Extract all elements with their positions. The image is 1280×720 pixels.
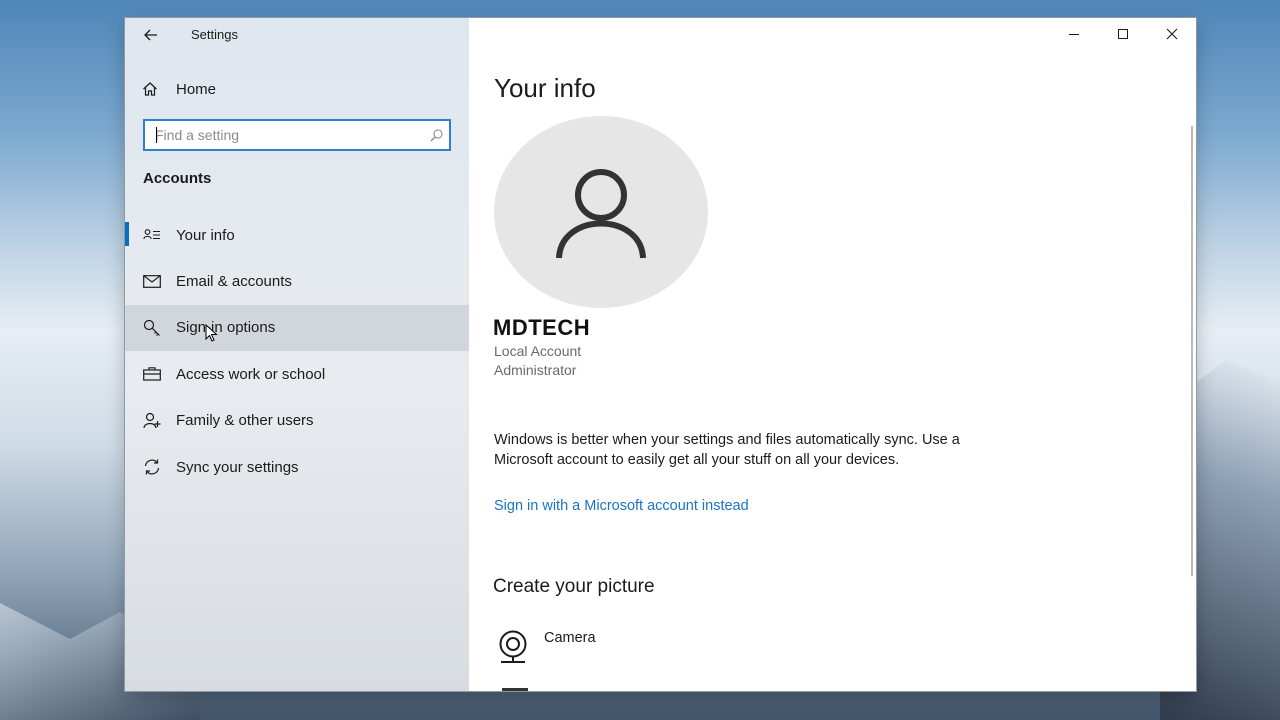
maximize-button[interactable]: [1098, 18, 1147, 50]
key-icon: [142, 318, 162, 338]
section-heading: Accounts: [143, 170, 212, 187]
window-title: Settings: [191, 27, 238, 42]
sync-icon: [142, 457, 162, 477]
home-nav-item[interactable]: Home: [125, 72, 469, 106]
nav-list: Your info Email & accounts Sign-in optio…: [125, 212, 469, 490]
settings-window: Settings Home Accounts: [125, 18, 1196, 691]
briefcase-icon: [142, 364, 162, 384]
scrollbar[interactable]: [1191, 126, 1193, 576]
create-picture-heading: Create your picture: [493, 576, 655, 597]
sync-message: Windows is better when your settings and…: [494, 432, 960, 468]
sidebar-item-email-accounts[interactable]: Email & accounts: [125, 258, 469, 304]
navigation-pane: Settings Home Accounts: [125, 18, 469, 691]
sidebar-item-your-info[interactable]: Your info: [125, 212, 469, 258]
back-arrow-icon: [144, 29, 157, 41]
sidebar-item-label: Family & other users: [176, 412, 314, 430]
camera-icon: [494, 628, 532, 666]
title-bar: Settings: [125, 18, 469, 52]
home-icon: [142, 81, 162, 97]
sidebar-item-sign-in-options[interactable]: Sign-in options: [125, 304, 469, 352]
home-label: Home: [176, 80, 217, 98]
minimize-button[interactable]: [1049, 18, 1098, 50]
minimize-icon: [1068, 34, 1079, 35]
camera-option[interactable]: Camera: [494, 626, 596, 666]
mouse-cursor-icon: [205, 324, 218, 342]
account-role: Administrator: [494, 362, 577, 378]
page-title: Your info: [494, 73, 596, 103]
user-name: MDTECH: [493, 315, 591, 340]
mail-icon: [142, 272, 162, 292]
user-silhouette-icon: [556, 169, 646, 259]
close-button[interactable]: [1147, 18, 1196, 50]
avatar: [494, 116, 708, 308]
search-input[interactable]: [145, 122, 423, 148]
sidebar-item-family-other-users[interactable]: Family & other users: [125, 398, 469, 444]
sidebar-item-label: Email & accounts: [176, 273, 292, 291]
sidebar-item-label: Access work or school: [176, 365, 326, 383]
window-controls: [1049, 18, 1196, 50]
sidebar-item-label: Your info: [176, 226, 235, 244]
close-icon: [1166, 28, 1177, 40]
sidebar-item-sync-settings[interactable]: Sync your settings: [125, 444, 469, 490]
sidebar-item-label: Sync your settings: [176, 458, 299, 476]
browse-icon: [502, 688, 528, 691]
camera-label: Camera: [544, 630, 596, 646]
content-pane: Your info MDTECH Local Account Administr…: [469, 18, 1196, 691]
contact-card-icon: [142, 225, 162, 245]
sidebar-item-label: Sign-in options: [176, 319, 276, 337]
sidebar-item-access-work-school[interactable]: Access work or school: [125, 351, 469, 397]
text-caret: [156, 127, 157, 143]
maximize-icon: [1117, 29, 1128, 39]
account-type: Local Account: [494, 343, 582, 359]
microsoft-signin-link[interactable]: Sign in with a Microsoft account instead: [494, 498, 749, 514]
search-icon[interactable]: [423, 128, 449, 142]
back-button[interactable]: [139, 24, 163, 46]
add-person-icon: [142, 411, 162, 431]
search-box[interactable]: [143, 119, 451, 151]
